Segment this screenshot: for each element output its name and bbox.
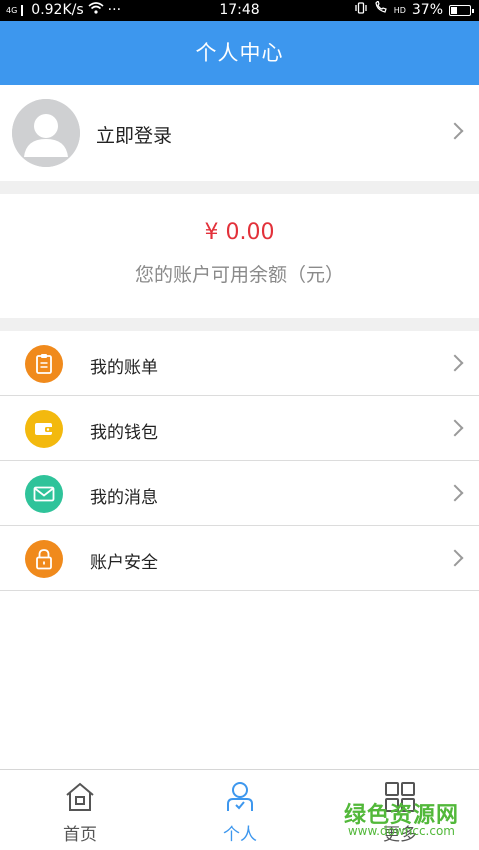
tab-personal[interactable]: 个人 xyxy=(160,770,320,850)
chevron-right-icon xyxy=(446,122,464,140)
balance-panel: ¥ 0.00 您的账户可用余额（元） xyxy=(0,194,479,318)
menu-list: 我的账单 我的钱包 我的消息 账户安全 xyxy=(0,331,479,591)
menu-item-label: 我的消息 xyxy=(90,488,158,508)
menu-item-label: 账户安全 xyxy=(90,553,158,573)
battery-fill xyxy=(451,7,458,14)
avatar xyxy=(12,99,80,167)
lock-icon xyxy=(25,540,63,578)
chevron-right-icon xyxy=(446,549,464,567)
home-icon xyxy=(63,780,97,814)
menu-item-bill[interactable]: 我的账单 xyxy=(0,331,479,396)
wallet-icon xyxy=(25,410,63,448)
balance-caption: 您的账户可用余额（元） xyxy=(134,264,344,286)
battery-icon xyxy=(449,5,474,16)
section-divider xyxy=(0,318,479,331)
person-icon xyxy=(223,780,257,814)
status-bar: 4G 0.92K/s ··· 17:48 HD 37% xyxy=(0,0,479,21)
page-header: 个人中心 xyxy=(0,21,479,85)
chevron-right-icon xyxy=(446,419,464,437)
chevron-right-icon xyxy=(446,484,464,502)
chevron-right-icon xyxy=(446,354,464,372)
mail-icon xyxy=(25,475,63,513)
menu-item-security[interactable]: 账户安全 xyxy=(0,526,479,591)
page-title: 个人中心 xyxy=(195,41,284,65)
menu-item-wallet[interactable]: 我的钱包 xyxy=(0,396,479,461)
call-icon xyxy=(374,0,388,21)
login-label: 立即登录 xyxy=(96,125,173,147)
menu-item-label: 我的钱包 xyxy=(90,423,158,443)
login-row[interactable]: 立即登录 xyxy=(0,85,479,181)
battery-percent: 37% xyxy=(411,2,443,18)
vibrate-icon xyxy=(354,0,368,21)
watermark-url: www.downcc.com xyxy=(347,824,455,838)
hd-label: HD xyxy=(393,5,406,15)
menu-item-label: 我的账单 xyxy=(90,358,158,378)
section-divider xyxy=(0,181,479,194)
balance-amount: ¥ 0.00 xyxy=(204,220,275,245)
tab-home[interactable]: 首页 xyxy=(0,770,160,850)
menu-item-messages[interactable]: 我的消息 xyxy=(0,461,479,526)
tab-label: 个人 xyxy=(223,825,257,845)
bill-icon xyxy=(25,345,63,383)
tab-label: 首页 xyxy=(63,825,97,845)
default-avatar-icon xyxy=(12,99,80,167)
